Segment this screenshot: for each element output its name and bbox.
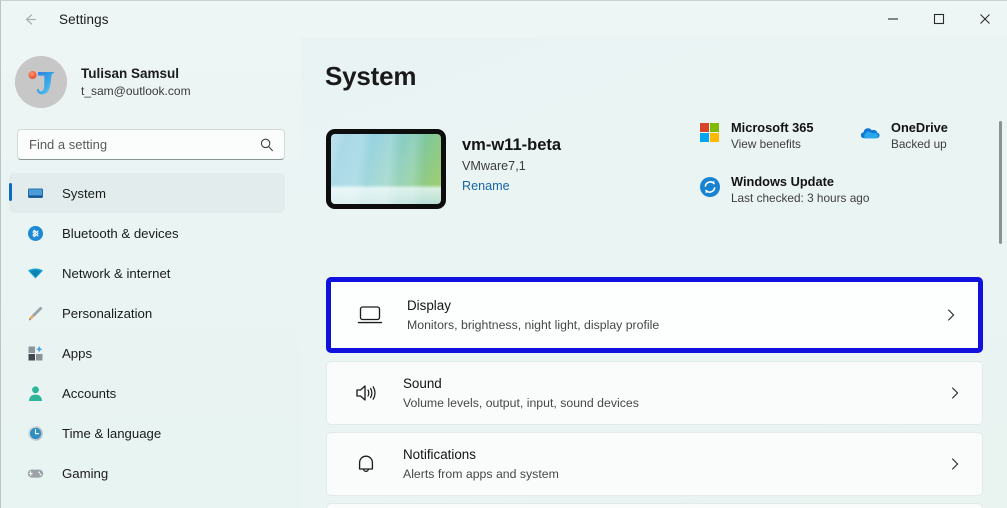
window-title: Settings <box>59 11 109 27</box>
device-info: vm-w11-beta VMware7,1 Rename <box>462 129 561 196</box>
device-model: VMware7,1 <box>462 159 526 173</box>
sidebar-item-label: Accounts <box>62 385 117 401</box>
search-box[interactable] <box>17 129 285 160</box>
settings-row-text: Display Monitors, brightness, night ligh… <box>407 297 659 334</box>
settings-row-title: Notifications <box>403 446 476 462</box>
search-input[interactable] <box>18 130 284 159</box>
sidebar: Tulisan Samsul t_sam@outlook.com Find a … <box>1 37 301 508</box>
sidebar-item-system[interactable]: System <box>9 173 285 213</box>
settings-list: Display Monitors, brightness, night ligh… <box>326 277 983 508</box>
microsoft-365-icon <box>699 122 721 144</box>
settings-row-title: Display <box>407 297 451 313</box>
sidebar-item-label: Network & internet <box>62 265 171 281</box>
settings-row-subtitle: Volume levels, output, input, sound devi… <box>403 395 639 410</box>
quick-link-text: Microsoft 365 View benefits <box>731 119 814 153</box>
sidebar-item-bluetooth-devices[interactable]: Bluetooth & devices <box>9 213 285 253</box>
settings-row-focus-assist[interactable]: Focus assist Notifications, automatic ru… <box>326 503 983 508</box>
settings-row-subtitle: Alerts from apps and system <box>403 466 559 481</box>
quick-link-title: Windows Update <box>731 174 834 189</box>
wifi-icon <box>25 263 45 283</box>
close-icon <box>980 14 990 24</box>
brush-icon <box>25 303 45 323</box>
quick-link-subtitle: Backed up <box>891 137 947 151</box>
account-email: t_sam@outlook.com <box>81 83 191 98</box>
search-icon[interactable] <box>259 137 275 153</box>
person-icon <box>25 383 45 403</box>
quick-links-row-2: Windows Update Last checked: 3 hours ago <box>699 173 999 207</box>
chevron-right-icon <box>952 458 959 470</box>
maximize-icon <box>933 13 945 25</box>
user-avatar-icon <box>15 56 67 108</box>
minimize-icon <box>888 18 898 20</box>
quick-links: Microsoft 365 View benefits OneDrive Bac… <box>699 119 999 207</box>
sidebar-item-network-internet[interactable]: Network & internet <box>9 253 285 293</box>
settings-row-subtitle: Monitors, brightness, night light, displ… <box>407 317 660 332</box>
chevron-right-icon <box>952 387 959 399</box>
chevron-right-icon <box>948 309 955 321</box>
account-text: Tulisan Samsul t_sam@outlook.com <box>81 65 191 100</box>
back-button[interactable] <box>13 4 47 34</box>
quick-links-row-1: Microsoft 365 View benefits OneDrive Bac… <box>699 119 999 153</box>
quick-link-windows-update[interactable]: Windows Update Last checked: 3 hours ago <box>699 173 869 207</box>
account-name: Tulisan Samsul <box>81 65 180 81</box>
sidebar-item-label: Time & language <box>62 425 162 441</box>
rename-link[interactable]: Rename <box>462 177 510 196</box>
sidebar-item-label: Bluetooth & devices <box>62 225 179 241</box>
quick-link-subtitle: View benefits <box>731 137 801 151</box>
scrollbar-thumb[interactable] <box>999 121 1002 244</box>
speaker-icon <box>351 378 381 408</box>
sidebar-item-apps[interactable]: Apps <box>9 333 285 373</box>
onedrive-cloud-icon <box>859 122 881 144</box>
sidebar-item-gaming[interactable]: Gaming <box>9 453 285 493</box>
quick-link-title: Microsoft 365 <box>731 120 814 135</box>
title-bar: Settings <box>1 1 1007 37</box>
sidebar-item-label: System <box>62 185 106 201</box>
back-arrow-icon <box>25 13 36 25</box>
page-title: System <box>325 61 417 91</box>
gamepad-icon <box>25 463 45 483</box>
apps-icon <box>25 343 45 363</box>
account-block[interactable]: Tulisan Samsul t_sam@outlook.com <box>1 37 301 111</box>
minimize-button[interactable] <box>870 1 916 37</box>
system-icon <box>25 183 45 203</box>
main-panel: System vm-w11-beta VMware7,1 Rename Micr… <box>301 37 1007 508</box>
sidebar-item-label: Personalization <box>62 305 153 321</box>
settings-window: Settings Tulisan Samsul t_sam@outlook.co… <box>0 0 1007 508</box>
quick-link-onedrive[interactable]: OneDrive Backed up <box>859 119 948 153</box>
sidebar-item-personalization[interactable]: Personalization <box>9 293 285 333</box>
settings-row-title: Sound <box>403 375 442 391</box>
monitor-wallpaper-thumbnail <box>326 129 446 209</box>
search-wrapper <box>1 111 301 160</box>
bluetooth-icon <box>25 223 45 243</box>
clock-icon <box>25 423 45 443</box>
monitor-screen <box>331 134 441 204</box>
quick-link-text: Windows Update Last checked: 3 hours ago <box>731 173 869 207</box>
quick-link-text: OneDrive Backed up <box>891 119 948 153</box>
window-controls <box>870 1 1007 37</box>
bell-icon <box>351 449 381 479</box>
quick-link-microsoft-365[interactable]: Microsoft 365 View benefits <box>699 119 859 153</box>
settings-row-text: Sound Volume levels, output, input, soun… <box>403 375 639 412</box>
settings-row-text: Notifications Alerts from apps and syste… <box>403 446 559 483</box>
settings-row-display[interactable]: Display Monitors, brightness, night ligh… <box>326 277 983 353</box>
device-name: vm-w11-beta <box>462 136 562 154</box>
avatar <box>15 56 67 108</box>
device-summary: vm-w11-beta VMware7,1 Rename <box>326 129 561 209</box>
maximize-button[interactable] <box>916 1 962 37</box>
close-button[interactable] <box>962 1 1007 37</box>
settings-row-notifications[interactable]: Notifications Alerts from apps and syste… <box>326 432 983 496</box>
sidebar-item-accounts[interactable]: Accounts <box>9 373 285 413</box>
windows-update-icon <box>699 176 721 198</box>
display-monitor-icon <box>355 300 385 330</box>
sidebar-item-time-language[interactable]: Time & language <box>9 413 285 453</box>
sidebar-nav: System Bluetooth & devices Network & int… <box>1 173 301 493</box>
sidebar-item-label: Gaming <box>62 465 109 481</box>
quick-link-title: OneDrive <box>891 120 948 135</box>
sidebar-item-label: Apps <box>62 345 93 361</box>
quick-link-subtitle: Last checked: 3 hours ago <box>731 191 870 205</box>
main-scrollbar[interactable] <box>999 121 1002 508</box>
settings-row-sound[interactable]: Sound Volume levels, output, input, soun… <box>326 361 983 425</box>
